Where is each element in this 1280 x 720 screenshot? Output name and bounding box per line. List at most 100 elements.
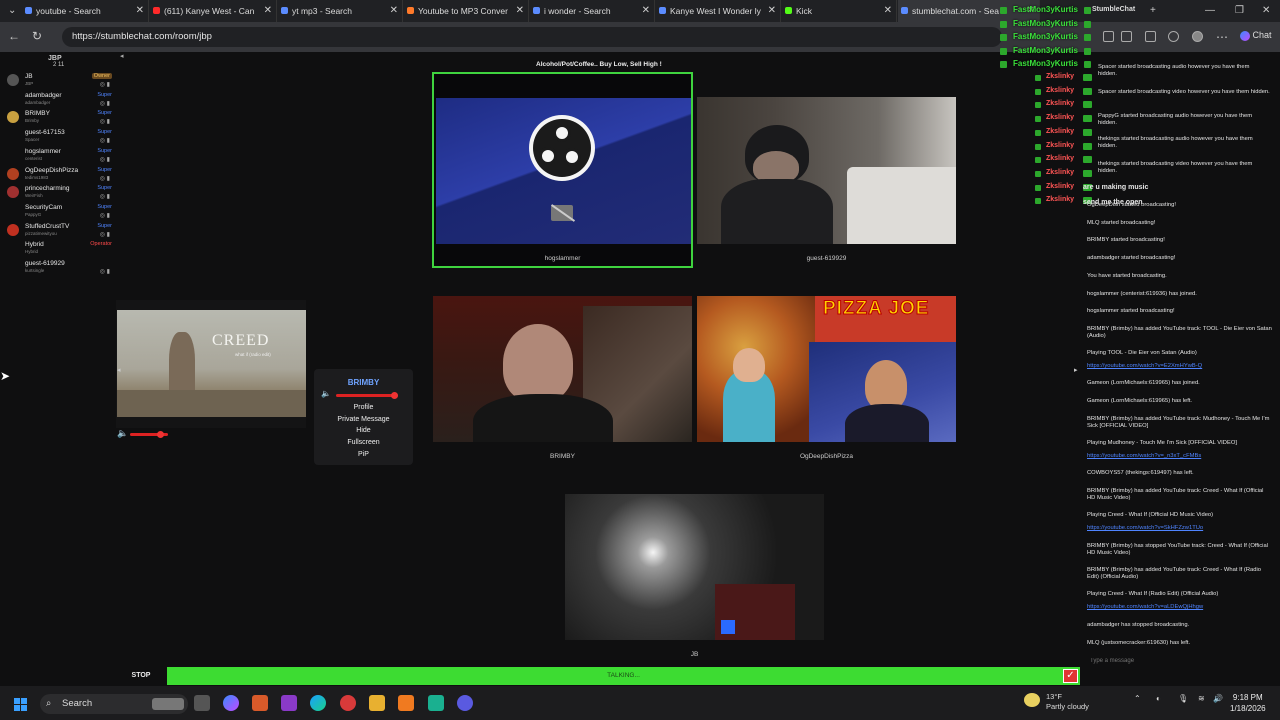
user-list-item[interactable]: SecurityCam PappyG Super ◎ ▮ <box>0 203 116 221</box>
media-app-icon[interactable] <box>340 695 356 711</box>
chat-message[interactable]: https://youtube.com/watch?v=aLDEwQjHhgw <box>1087 604 1273 611</box>
copilot-icon <box>1240 30 1250 41</box>
talk-check-icon[interactable]: ✓ <box>1063 669 1078 683</box>
user-list-item[interactable]: guest-619929 kurtsingle ◎ ▮ <box>0 259 116 277</box>
profile-avatar[interactable] <box>1192 31 1203 42</box>
volume-icon[interactable]: 🔊 <box>1213 694 1223 703</box>
context-menu-item[interactable]: Private Message <box>314 416 413 423</box>
video-tile-brimby[interactable] <box>433 296 692 442</box>
weather-widget[interactable]: 13°F Partly cloudy <box>1046 692 1089 712</box>
wifi-icon[interactable]: ≋ <box>1198 694 1205 703</box>
context-menu-item[interactable]: Hide <box>314 427 413 434</box>
context-volume-track[interactable] <box>336 394 398 397</box>
user-name: adambadger <box>25 91 62 99</box>
minimize-icon[interactable]: — <box>1205 0 1215 22</box>
user-list-item[interactable]: Hybrid Hybrid Operator <box>0 240 116 258</box>
tab-close-icon[interactable]: ✕ <box>516 0 524 22</box>
user-list-item[interactable]: princecharming WeirFish Super ◎ ▮ <box>0 184 116 202</box>
copilot-chat-button[interactable]: Chat <box>1240 30 1272 41</box>
chat-message[interactable]: https://youtube.com/watch?v=_n3xT_cFMBs <box>1087 453 1273 460</box>
weather-icon[interactable] <box>1024 693 1040 707</box>
video-tile-pizza[interactable]: PIZZA JOE <box>697 296 956 442</box>
video-tile-hogslammer[interactable] <box>432 72 693 268</box>
tab-favicon-icon <box>785 7 792 14</box>
browser-tab[interactable]: youtube - Search ✕ <box>22 0 149 22</box>
extension-icon[interactable] <box>1121 31 1132 42</box>
scroll-left-arrow[interactable]: ◂ <box>117 366 121 374</box>
task-view-icon[interactable] <box>194 695 210 711</box>
pizza-video-inset <box>809 342 956 442</box>
video-tile-guest[interactable] <box>697 97 956 244</box>
app-icon-2[interactable] <box>428 695 444 711</box>
browser-tab[interactable]: yt mp3 - Search ✕ <box>278 0 403 22</box>
user-list-item[interactable]: adambadger adambadger Super ◎ ▮ <box>0 91 116 109</box>
refresh-icon[interactable]: ↻ <box>32 29 42 43</box>
chat-message[interactable]: https://youtube.com/watch?v=E2XmHYwB-Q <box>1087 363 1273 370</box>
context-menu-item[interactable]: Profile <box>314 404 413 411</box>
user-handle: Hybrid <box>25 249 39 255</box>
collapse-icon[interactable]: ◂ <box>120 52 124 60</box>
tab-close-icon[interactable]: ✕ <box>390 0 398 22</box>
media-thumbnail[interactable]: CREED what if (radio edit) <box>117 310 306 417</box>
user-list-item[interactable]: JB JBP Owner ◎ ▮ <box>0 72 116 90</box>
tray-chevron-icon[interactable]: ⌃ <box>1134 694 1141 703</box>
user-name: SecurityCam <box>25 203 63 211</box>
discord-app-icon[interactable] <box>457 695 473 711</box>
user-list-item[interactable]: OgDeepDishPizza tedims1983 Super ◎ ▮ <box>0 166 116 184</box>
tab-list-icon[interactable]: ⌄ <box>8 0 16 22</box>
push-to-talk-bar[interactable]: TALKING... <box>167 667 1080 685</box>
microphone-icon[interactable]: 🎙 <box>1178 694 1188 703</box>
collections-icon[interactable] <box>1168 31 1179 42</box>
speaker-icon[interactable]: 🔈 <box>117 428 128 439</box>
taskbar-search[interactable]: ⌕ Search <box>40 694 188 714</box>
context-volume-knob[interactable] <box>390 392 398 399</box>
browser-tab[interactable]: (611) Kanye West - Can ✕ <box>150 0 277 22</box>
close-window-icon[interactable]: ✕ <box>1262 0 1270 22</box>
tab-close-icon[interactable]: ✕ <box>768 0 776 22</box>
scroll-right-arrow[interactable]: ▸ <box>1074 366 1078 374</box>
media-volume-knob[interactable] <box>156 431 164 438</box>
green-badge-icon <box>1083 74 1092 81</box>
copilot-app-icon[interactable] <box>223 695 239 711</box>
overlay-stumblechat-text: StumbleChat <box>1092 6 1136 13</box>
favorite-icon[interactable] <box>1103 31 1114 42</box>
green-check-icon <box>1035 157 1041 164</box>
avatar <box>7 186 19 199</box>
store-app-icon[interactable] <box>252 695 268 711</box>
user-list-item[interactable]: BRIMBY Brimby Super ◎ ▮ <box>0 109 116 127</box>
context-menu-item[interactable]: Fullscreen <box>314 439 413 446</box>
video-tile-jb[interactable] <box>565 494 824 640</box>
windows-start-icon[interactable] <box>14 698 28 712</box>
app-icon[interactable] <box>281 695 297 711</box>
taskbar-clock[interactable]: 9:18 PM 1/18/2026 <box>1230 692 1266 714</box>
browser-tab[interactable]: i wonder - Search ✕ <box>530 0 655 22</box>
stop-broadcast-button[interactable]: STOP <box>116 666 166 686</box>
edge-app-icon[interactable] <box>310 695 326 711</box>
context-speaker-icon[interactable]: 🔈 <box>321 389 331 398</box>
chat-message-input[interactable] <box>1084 654 1276 668</box>
vlc-app-icon[interactable] <box>398 695 414 711</box>
more-menu-icon[interactable]: ⋯ <box>1216 30 1228 44</box>
tray-app-icon[interactable]: ◐ <box>1156 694 1161 703</box>
context-menu-item[interactable]: PiP <box>314 451 413 458</box>
file-explorer-icon[interactable] <box>369 695 385 711</box>
tab-close-icon[interactable]: ✕ <box>264 0 272 22</box>
extensions-icon[interactable] <box>1145 31 1156 42</box>
tab-close-icon[interactable]: ✕ <box>642 0 650 22</box>
back-icon[interactable]: ← <box>8 29 20 43</box>
url-field[interactable]: https://stumblechat.com/room/jbp <box>62 27 1002 47</box>
tab-close-icon[interactable]: ✕ <box>136 0 144 22</box>
tab-favicon-icon <box>25 7 32 14</box>
user-list-item[interactable]: hogslammer centerist Super ◎ ▮ <box>0 147 116 165</box>
user-list-item[interactable]: guest-617153 Spacer Super ◎ ▮ <box>0 128 116 146</box>
tab-close-icon[interactable]: ✕ <box>884 0 892 22</box>
chat-message[interactable]: https://youtube.com/watch?v=SkHFZzw1TUo <box>1087 525 1273 532</box>
browser-tab[interactable]: Kick ✕ <box>782 0 897 22</box>
new-tab-button[interactable]: + <box>1150 0 1156 22</box>
avatar <box>7 74 19 86</box>
user-list-item[interactable]: StuffedCrustTV pizzatimewityou Super ◎ ▮ <box>0 222 116 240</box>
browser-tab[interactable]: Kanye West I Wonder ly ✕ <box>656 0 781 22</box>
chat-message: thekings started broadcasting video howe… <box>1098 161 1253 174</box>
maximize-icon[interactable]: ❐ <box>1235 0 1244 22</box>
browser-tab[interactable]: Youtube to MP3 Conver ✕ <box>404 0 529 22</box>
